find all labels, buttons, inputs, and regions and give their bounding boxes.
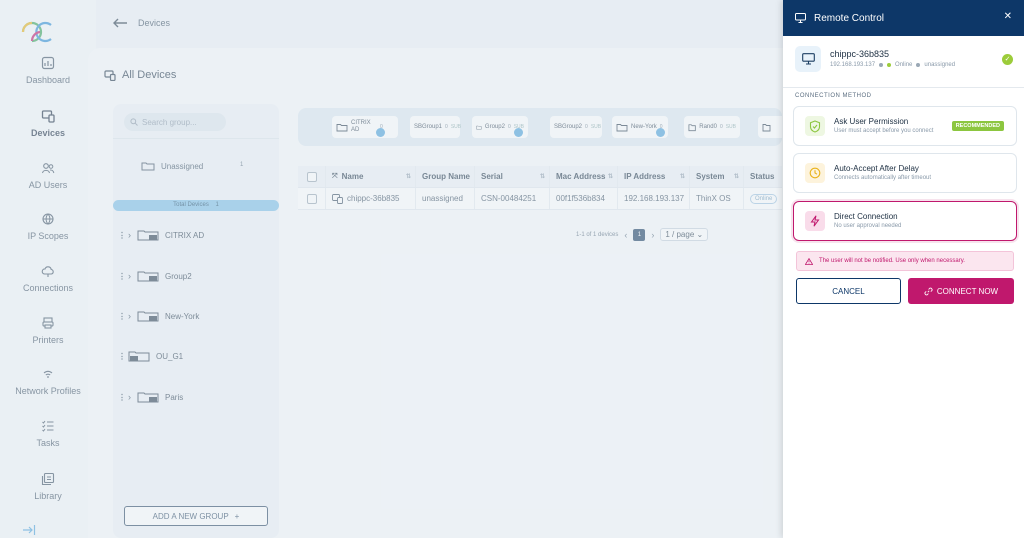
separator-dot (916, 63, 921, 67)
method-desc: User must accept before you connect (834, 128, 934, 134)
modal-backdrop[interactable] (0, 0, 783, 538)
lightning-icon (805, 211, 825, 231)
recommended-badge: RECOMMENDED (951, 121, 1004, 131)
check-circle-icon: ✓ (1002, 54, 1013, 65)
connect-now-label: CONNECT NOW (936, 286, 999, 296)
warning-banner: The user will not be notified. Use only … (796, 251, 1014, 271)
method-desc: Connects automatically after timeout (834, 175, 932, 181)
method-title: Ask User Permission (834, 117, 909, 126)
online-status-dot (887, 63, 892, 67)
method-ask-permission[interactable]: Ask User Permission User must accept bef… (793, 106, 1017, 146)
method-auto-accept[interactable]: Auto-Accept After Delay Connects automat… (793, 153, 1017, 193)
device-group: unassigned (924, 62, 956, 68)
device-status: Online (895, 62, 913, 68)
device-name: chippc-36b835 (830, 49, 890, 59)
monitor-icon (795, 13, 806, 23)
device-ip: 192.168.193.137 (830, 62, 876, 68)
warning-text: The user will not be notified. Use only … (819, 258, 965, 264)
method-direct-connection[interactable]: Direct Connection No user approval neede… (793, 201, 1017, 241)
warning-icon (805, 257, 813, 265)
cancel-label: CANCEL (832, 286, 865, 296)
separator-dot (879, 63, 884, 67)
divider (783, 87, 1024, 88)
close-icon[interactable]: ✕ (1004, 11, 1012, 22)
device-meta: 192.168.193.137 Online unassigned (830, 62, 955, 68)
clock-icon (805, 163, 825, 183)
device-summary: chippc-36b835 192.168.193.137 Online una… (795, 46, 1013, 76)
method-desc: No user approval needed (834, 223, 902, 229)
link-icon (924, 287, 933, 295)
method-title: Auto-Accept After Delay (834, 164, 919, 173)
connection-method-heading: CONNECTION METHOD (795, 93, 872, 99)
device-icon-tile (795, 46, 821, 72)
connect-now-button[interactable]: CONNECT NOW (908, 278, 1014, 304)
shield-check-icon (805, 116, 825, 136)
drawer-header: Remote Control ✕ (783, 0, 1024, 36)
remote-control-drawer: Remote Control ✕ chippc-36b835 192.168.1… (783, 0, 1024, 538)
method-title: Direct Connection (834, 212, 898, 221)
monitor-icon (801, 53, 815, 65)
drawer-title: Remote Control (814, 12, 885, 24)
cancel-button[interactable]: CANCEL (796, 278, 901, 304)
